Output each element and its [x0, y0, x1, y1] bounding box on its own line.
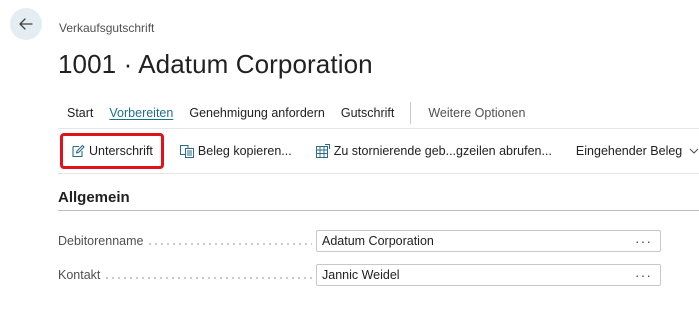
field-kontakt: Kontakt Jannic Weidel ··· — [58, 263, 665, 287]
field-label: Kontakt — [58, 268, 312, 282]
lookup-ellipsis-icon[interactable]: ··· — [635, 234, 652, 248]
breadcrumb: Verkaufsgutschrift — [59, 21, 155, 35]
contact-value: Jannic Weidel — [322, 268, 400, 282]
chevron-down-icon — [689, 148, 699, 154]
copy-document-button[interactable]: Beleg kopieren... — [179, 136, 292, 166]
page: Verkaufsgutschrift 1001 · Adatum Corpora… — [0, 0, 699, 311]
incoming-document-label: Eingehender Beleg — [575, 144, 683, 158]
leader-dots — [104, 276, 312, 279]
tab-vorbereiten[interactable]: Vorbereiten — [109, 106, 173, 120]
contact-input[interactable]: Jannic Weidel ··· — [316, 264, 661, 286]
section-title[interactable]: Allgemein — [58, 189, 130, 206]
lookup-ellipsis-icon[interactable]: ··· — [635, 268, 652, 282]
signature-label: Unterschrift — [89, 144, 153, 158]
debitorenname-label: Debitorenname — [58, 234, 144, 248]
ribbon-divider-bottom — [58, 173, 699, 174]
customer-name-value: Adatum Corporation — [322, 234, 434, 248]
customer-name-input[interactable]: Adatum Corporation ··· — [316, 230, 661, 252]
copy-document-label: Beleg kopieren... — [197, 144, 292, 158]
get-lines-icon — [315, 144, 330, 158]
copy-document-icon — [179, 144, 194, 158]
tab-start[interactable]: Start — [67, 106, 93, 120]
tab-gutschrift[interactable]: Gutschrift — [341, 106, 395, 120]
arrow-left-icon — [19, 18, 33, 30]
field-debitorenname: Debitorenname Adatum Corporation ··· — [58, 229, 665, 253]
get-reversal-lines-label: Zu stornierende geb...gzeilen abrufen... — [333, 144, 552, 158]
edit-document-icon — [71, 144, 85, 158]
leader-dots — [147, 242, 312, 245]
incoming-document-menu[interactable]: Eingehender Beleg — [576, 136, 699, 166]
tab-divider — [410, 102, 412, 124]
ribbon-actions: Unterschrift Beleg kopieren... Zu storni… — [58, 131, 699, 171]
section-divider — [58, 210, 699, 211]
kontakt-label: Kontakt — [58, 268, 101, 282]
back-button[interactable] — [10, 8, 42, 40]
action-tabs: Start Vorbereiten Genehmigung anfordern … — [67, 102, 541, 124]
tab-more-options[interactable]: Weitere Optionen — [428, 106, 525, 120]
field-label: Debitorenname — [58, 234, 312, 248]
ribbon-divider-top — [58, 128, 699, 129]
signature-button[interactable]: Unterschrift — [60, 133, 164, 169]
get-reversal-lines-button[interactable]: Zu stornierende geb...gzeilen abrufen... — [315, 136, 552, 166]
page-title: 1001 · Adatum Corporation — [58, 49, 373, 79]
tab-genehmigung-anfordern[interactable]: Genehmigung anfordern — [189, 106, 325, 120]
